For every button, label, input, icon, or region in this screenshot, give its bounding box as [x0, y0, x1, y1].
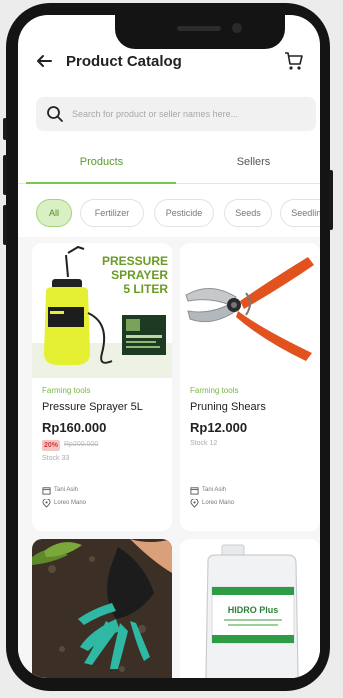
app-screen: Product Catalog Products Sellers All Fer… — [18, 15, 320, 678]
search-bar[interactable] — [36, 97, 316, 131]
product-card[interactable] — [32, 539, 172, 678]
image-text-capacity: 5 LITER — [123, 282, 168, 296]
product-name: Pressure Sprayer 5L — [42, 401, 143, 413]
filter-chip-fertilizer[interactable]: Fertilizer — [80, 199, 144, 227]
store-icon — [42, 487, 51, 495]
phone-side-button — [3, 205, 7, 245]
phone-side-button — [329, 170, 333, 230]
stock-count: Stock 33 — [42, 455, 70, 462]
seller-location: Loreo Mano — [202, 500, 235, 506]
product-name: Pruning Shears — [190, 401, 266, 413]
product-image-garden-gloves — [32, 539, 172, 678]
back-arrow-icon[interactable] — [34, 51, 54, 71]
image-text-pressure: PRESSURE — [102, 254, 168, 268]
store-icon — [190, 487, 199, 495]
location-pin-icon — [42, 499, 51, 508]
filter-chip-seeds[interactable]: Seeds — [224, 199, 272, 227]
product-image-sprayer: PRESSURE SPRAYER 5 LITER — [32, 243, 172, 378]
product-price: Rp12.000 — [190, 420, 248, 435]
phone-notch — [115, 15, 285, 49]
search-input[interactable] — [72, 104, 302, 124]
active-tab-indicator — [26, 182, 176, 184]
category-filter-chips: All Fertilizer Pesticide Seeds Seedlings — [18, 191, 320, 231]
seller-name: Tani Asih — [202, 487, 227, 493]
product-card[interactable]: PRESSURE SPRAYER 5 LITER Farming tools P… — [32, 243, 172, 531]
product-category: Farming tools — [42, 386, 91, 395]
tab-bar: Products Sellers — [18, 147, 320, 184]
location-pin-icon — [190, 499, 199, 508]
filter-chip-seedlings[interactable]: Seedlings — [280, 199, 320, 227]
product-category: Farming tools — [190, 386, 239, 395]
tab-products[interactable]: Products — [26, 156, 177, 168]
original-price: Rp200.000 — [64, 441, 99, 448]
tab-sellers[interactable]: Sellers — [178, 156, 320, 168]
discount-badge: 20% — [42, 440, 61, 451]
stock-count: Stock 12 — [190, 440, 218, 447]
page-title: Product Catalog — [66, 53, 182, 70]
product-image-fertilizer: HIDRO Plus — [180, 539, 320, 678]
front-camera — [232, 23, 242, 33]
speaker — [177, 26, 221, 31]
image-text-hidro-plus: HIDRO Plus — [228, 605, 279, 615]
image-text-sprayer: SPRAYER — [111, 268, 168, 282]
app-header: Product Catalog — [18, 45, 320, 81]
cart-icon[interactable] — [283, 50, 305, 72]
product-price: Rp160.000 — [42, 420, 107, 435]
product-card[interactable]: HIDRO Plus — [180, 539, 320, 678]
seller-name: Tani Asih — [54, 487, 79, 493]
product-grid: PRESSURE SPRAYER 5 LITER Farming tools P… — [18, 237, 320, 678]
filter-chip-all[interactable]: All — [36, 199, 72, 227]
product-card[interactable]: Farming tools Pruning Shears Rp12.000 St… — [180, 243, 320, 531]
filter-chip-pesticide[interactable]: Pesticide — [154, 199, 214, 227]
phone-side-button — [3, 155, 7, 195]
phone-side-button — [3, 118, 7, 140]
search-icon — [47, 106, 63, 122]
product-image-pruning-shears — [180, 243, 320, 378]
seller-location: Loreo Mano — [54, 500, 87, 506]
